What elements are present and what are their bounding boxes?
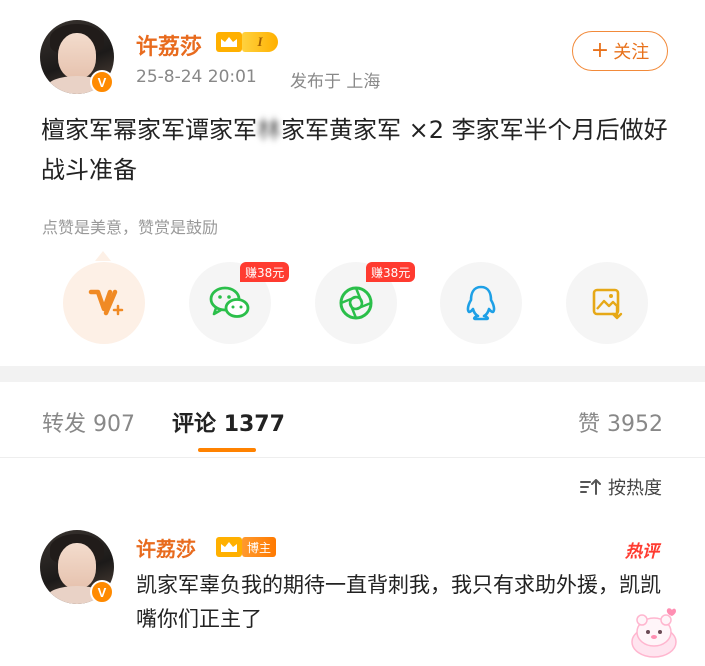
sort-by-hot-button[interactable]: 按热度: [580, 474, 662, 500]
plus-icon: +: [590, 38, 610, 63]
active-tab-indicator: [198, 448, 256, 452]
tab-bar: 转发 907 评论 1377 赞 3952: [0, 382, 705, 456]
comment-verified-icon: V: [90, 580, 114, 604]
earn-badge-wechat: 赚38元: [240, 262, 290, 282]
level-badge: I: [242, 32, 278, 52]
qq-icon: [466, 285, 496, 321]
section-divider: [0, 366, 705, 382]
tab-repost-count: 907: [93, 412, 136, 437]
tab-like-label: 赞: [578, 412, 601, 437]
verified-icon: V: [90, 70, 114, 94]
crown-icon: [216, 32, 242, 52]
author-badge: 博主: [242, 537, 277, 557]
moments-icon: [339, 286, 373, 320]
post-card: V 许荔莎 I 25-8-24 20:01 发布于 上海 + 关注 檀家军幂家军…: [0, 0, 705, 366]
sort-icon: [580, 479, 601, 495]
hot-comment-badge: 热评: [625, 542, 659, 562]
v-plus-icon: [88, 289, 124, 316]
share-qq-button[interactable]: [440, 262, 522, 344]
post-text-part1: 檀家军幂家军谭家军: [41, 116, 257, 144]
save-image-button[interactable]: [566, 262, 648, 344]
tab-comment[interactable]: 评论 1377: [172, 406, 285, 438]
reward-hint: 点赞是美意，赞赏是鼓励: [42, 218, 219, 237]
follow-label: 关注: [613, 42, 650, 63]
post-text-blurred: 林: [257, 116, 281, 144]
comment-author-name[interactable]: 许荔莎: [136, 533, 196, 562]
wechat-icon: [209, 286, 250, 318]
tab-repost[interactable]: 转发 907: [42, 406, 135, 438]
comment-text: 凯家军辜负我的期待一直背刺我，我只有求助外援，凯凯嘴你们正主了: [136, 573, 661, 631]
sticker-icon: [631, 608, 677, 658]
tabs-divider: [0, 457, 705, 458]
post-source: 发布于 上海: [290, 72, 381, 92]
author-name[interactable]: 许荔莎: [136, 29, 202, 61]
tab-comment-count: 1377: [223, 412, 285, 437]
reward-like-button[interactable]: [63, 262, 145, 344]
follow-button[interactable]: + 关注: [572, 31, 668, 71]
tab-comment-label: 评论: [172, 412, 217, 437]
tab-repost-label: 转发: [42, 412, 87, 437]
save-image-icon: [592, 288, 623, 320]
post-time: 25-8-24 20:01: [136, 67, 257, 87]
tab-like-count: 3952: [607, 412, 664, 437]
post-text: 檀家军幂家军谭家军林家军黄家军 ×2 李家军半个月后做好战斗准备: [41, 110, 681, 190]
comment-crown-icon: [216, 537, 242, 557]
earn-badge-moments: 赚38元: [366, 262, 416, 282]
tab-like[interactable]: 赞 3952: [578, 406, 663, 438]
hint-pointer: [95, 251, 111, 261]
sort-label: 按热度: [608, 478, 662, 499]
